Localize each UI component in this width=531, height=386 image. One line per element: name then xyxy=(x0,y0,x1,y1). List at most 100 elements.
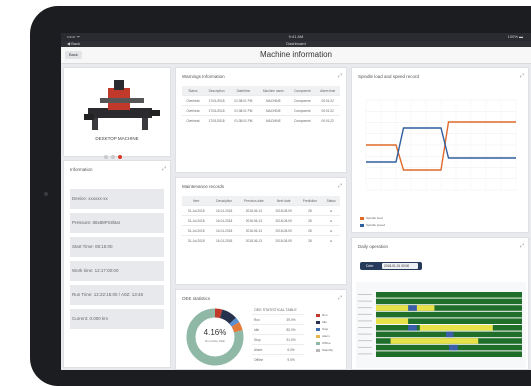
info-card: Information ⤢ Device: xxxxxx-xx Pressure… xyxy=(63,160,171,368)
table-cell: 01:38:01 PM xyxy=(229,115,258,125)
machine-image xyxy=(84,80,160,130)
table-cell: Run xyxy=(252,314,279,325)
column-header: Description xyxy=(203,86,230,96)
table-cell: Idle xyxy=(252,324,279,335)
status-dot: ● xyxy=(322,215,340,226)
table-row[interactable]: 31-Jul-2018 16-01-2018 2018-06-13 2018-08-0… xyxy=(182,215,340,226)
legend-label: Run xyxy=(322,313,328,317)
legend-item: Idle xyxy=(316,319,346,326)
table-cell: Stop xyxy=(252,334,279,345)
legend-label: Idle xyxy=(322,320,327,324)
table-header-row: Status Description Date/time Machine nam… xyxy=(182,86,340,96)
oee-donut-chart xyxy=(186,308,244,366)
table-row: Alarm 6.0% xyxy=(252,344,304,355)
page-header: Back Machine information xyxy=(61,47,531,64)
date-search-input[interactable]: 2018-01-01 00:00 xyxy=(382,263,418,269)
legend-item: Alarm xyxy=(316,333,346,340)
status-bar-run xyxy=(376,292,522,298)
warnings-card: Warnings Information ⤢ Status Descriptio… xyxy=(175,67,347,173)
status-dot: ● xyxy=(322,205,340,216)
battery-indicator: 100% ▬ xyxy=(507,34,523,39)
legend-item: Stop xyxy=(316,326,346,333)
expand-icon[interactable]: ⤢ xyxy=(338,74,342,79)
warnings-card-title: Warnings Information xyxy=(182,74,225,79)
table-cell: 28 xyxy=(297,235,323,245)
legend-label: Spindle speed xyxy=(366,223,386,227)
table-cell: Component xyxy=(289,105,316,116)
table-header-row: Item Description Previous date Next date… xyxy=(182,196,340,206)
table-row: Run 39.0% xyxy=(252,314,304,325)
oee-donut-value: 4.16% xyxy=(203,328,227,337)
table-cell: Overheat xyxy=(182,95,204,106)
machine-name: DESKTOP MACHINE xyxy=(95,136,139,141)
oee-table: Run 39.0% Idle 80.0% Stop 91.0% Alarm 6.0% O… xyxy=(252,314,304,364)
legend-label: Offline xyxy=(322,341,331,345)
table-cell: 80.0% xyxy=(278,324,304,335)
table-cell: 17/01/2018 xyxy=(203,105,230,116)
status-dot: ● xyxy=(322,235,340,245)
date-search-label: Date xyxy=(366,264,374,268)
carousel-dot-active[interactable] xyxy=(118,155,122,159)
table-cell: 9.0% xyxy=(278,354,304,364)
table-row: Idle 80.0% xyxy=(252,324,304,335)
expand-icon[interactable]: ⤢ xyxy=(520,244,524,249)
table-row[interactable]: 31-Jul-2018 16-01-2018 2018-06-13 2018-08-0… xyxy=(182,225,340,236)
daily-operation-chart xyxy=(356,282,526,368)
table-cell: MACHINE xyxy=(257,95,290,106)
carousel-dot[interactable] xyxy=(111,155,115,159)
table-cell: 16-01-2018 xyxy=(210,205,238,216)
table-cell: 31-Jul-2018 xyxy=(182,215,211,226)
legend-item: Offline xyxy=(316,340,346,347)
carousel-dot[interactable] xyxy=(104,155,108,159)
legend-item: Standby xyxy=(316,347,346,354)
table-cell: 16-01-2018 xyxy=(210,215,238,226)
maintenance-card-title: Maintenance records xyxy=(182,184,225,189)
maintenance-card: Maintenance records ⤢ Item Description P… xyxy=(175,177,347,285)
status-bar-idle xyxy=(376,318,409,324)
table-row[interactable]: 31-Jul-2018 16-01-2018 2018-06-13 2018-08-0… xyxy=(182,235,340,245)
table-row[interactable]: 31-Jul-2018 16-01-2018 2018-06-13 2018-08-0… xyxy=(182,205,340,216)
expand-icon[interactable]: ⤢ xyxy=(338,184,342,189)
expand-icon[interactable]: ⤢ xyxy=(520,74,524,79)
app-screen: •••••• ᯤ 9:41 AM 100% ▬ ◀ Back Dashboard… xyxy=(61,33,531,370)
oee-table-title: OEE STATISTICAL TABLE xyxy=(254,308,297,312)
table-cell: 16-01-2018 xyxy=(210,225,238,236)
table-cell: 17/01/2018 xyxy=(203,95,230,106)
table-cell: 2018-08-09 xyxy=(269,205,298,216)
info-row: Start Time: 08:15:00 xyxy=(70,237,164,257)
table-cell: 17/01/2018 xyxy=(203,115,230,125)
column-header: Status xyxy=(182,86,204,96)
status-bar-alarm xyxy=(408,305,417,311)
column-header: Date/time xyxy=(229,86,258,96)
expand-icon[interactable]: ⤢ xyxy=(338,296,342,301)
daily-card-title: Daily operation xyxy=(358,244,389,249)
table-cell: 00:01:22 xyxy=(315,95,340,106)
table-cell: 16-01-2018 xyxy=(210,235,238,245)
table-cell: 2018-06-13 xyxy=(237,205,270,216)
column-header: Description xyxy=(210,196,238,206)
expand-icon[interactable]: ⤢ xyxy=(162,167,166,172)
spindle-card: Spindle load and speed record ⤢ Spindle … xyxy=(351,67,529,233)
date-search-bar[interactable]: Date 2018-01-01 00:00 xyxy=(360,262,422,270)
table-row: Stop 91.0% xyxy=(252,334,304,345)
info-row: Device: xxxxxx-xx xyxy=(70,189,164,209)
table-cell: MACHINE xyxy=(257,115,290,125)
table-cell: MACHINE xyxy=(257,105,290,116)
table-cell: Offline xyxy=(252,354,279,364)
table-row: Offline 9.0% xyxy=(252,354,304,364)
status-bar: •••••• ᯤ 9:41 AM 100% ▬ xyxy=(61,33,531,41)
table-cell: 91.0% xyxy=(278,334,304,345)
table-cell: 28 xyxy=(297,215,323,226)
table-row[interactable]: Overheat 17/01/2018 01:38:01 PM MACHINE Comp… xyxy=(182,105,340,116)
table-row[interactable]: Overheat 17/01/2018 01:38:01 PM MACHINE Comp… xyxy=(182,95,340,106)
table-cell: 39.0% xyxy=(278,314,304,325)
status-bar-idle xyxy=(419,325,493,331)
table-cell: 28 xyxy=(297,205,323,216)
oee-legend: Run Idle Stop Alarm Offline Standby xyxy=(316,312,346,362)
table-cell: 2018-06-13 xyxy=(237,215,270,226)
legend-swatch xyxy=(316,327,320,331)
table-row[interactable]: Overheat 17/01/2018 01:38:01 PM MACHINE Comp… xyxy=(182,115,340,125)
status-bar-alarm xyxy=(446,331,454,338)
table-cell: 31-Jul-2018 xyxy=(182,225,211,236)
table-cell: 01:38:01 PM xyxy=(229,95,258,106)
